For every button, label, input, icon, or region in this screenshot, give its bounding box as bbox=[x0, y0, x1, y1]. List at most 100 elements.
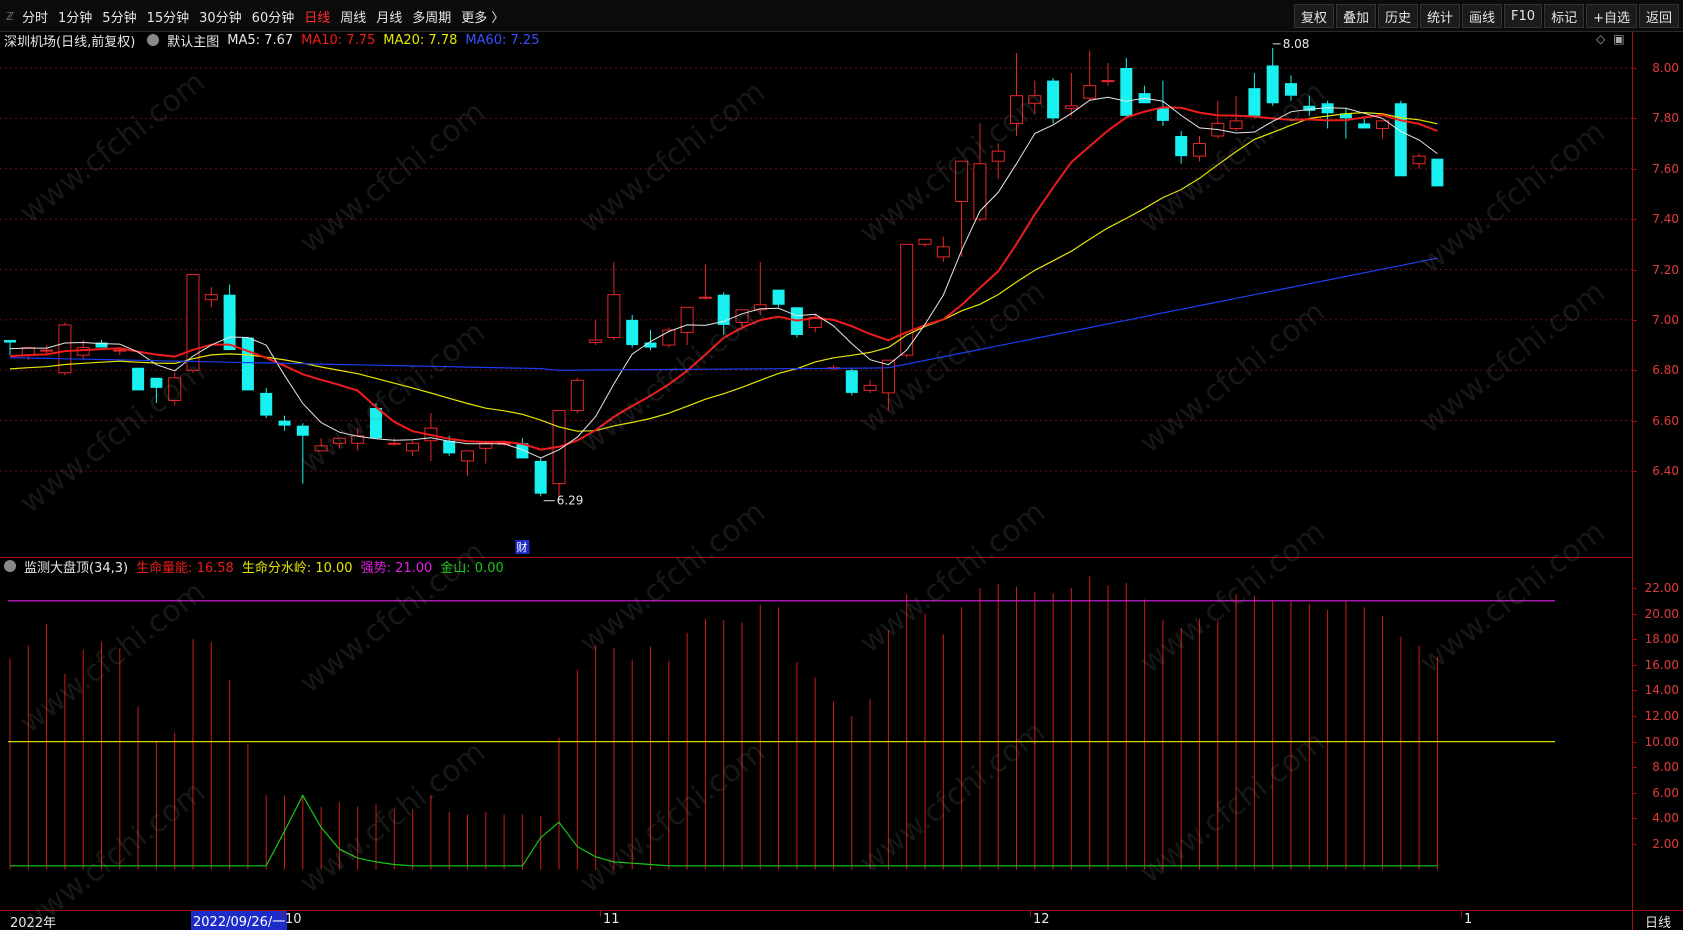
indicator-title[interactable]: 监测大盘顶(34,3) bbox=[24, 557, 128, 576]
indicator-tick-mark bbox=[1633, 792, 1637, 794]
indicator-tick: 16.00 bbox=[1644, 657, 1679, 672]
month-tick bbox=[283, 911, 284, 917]
indicator-settings-icon[interactable] bbox=[4, 560, 16, 572]
indicator-tick-mark bbox=[1633, 767, 1637, 769]
template-icon[interactable] bbox=[147, 34, 160, 46]
candle-body bbox=[918, 238, 932, 245]
price-tick: 6.80 bbox=[1652, 363, 1679, 378]
candle bbox=[863, 380, 877, 393]
diamond-icon[interactable]: ◇ bbox=[1596, 32, 1605, 50]
candle-body bbox=[1285, 83, 1297, 96]
timeframe-tabs: 分时 1分钟 5分钟 15分钟 30分钟 60分钟 日线 周线 月线 多周期 更多 〉 bbox=[22, 0, 504, 32]
tool-button[interactable]: 返回 bbox=[1638, 4, 1679, 28]
candle bbox=[552, 410, 566, 499]
ma20-line bbox=[9, 111, 1438, 432]
ma5-line bbox=[9, 96, 1438, 459]
candle-body bbox=[955, 160, 969, 202]
price-tick-mark bbox=[1633, 118, 1637, 120]
timeframe-tab[interactable]: 1分钟 bbox=[58, 7, 92, 26]
candle-body bbox=[314, 445, 328, 452]
timeframe-tab[interactable]: 30分钟 bbox=[199, 7, 242, 26]
date-axis: 2022年 2022/09/26/一 10 11 12 1 日线 bbox=[0, 910, 1683, 930]
price-chart-panel[interactable]: 8.08 6.29 财 bbox=[0, 32, 1632, 558]
ma20-label: MA20: 7.78 bbox=[383, 32, 458, 48]
price-tick: 7.40 bbox=[1652, 212, 1679, 227]
candle-body bbox=[168, 377, 182, 401]
candle bbox=[1358, 118, 1371, 129]
cursor-date: 2022/09/26/一 bbox=[191, 911, 288, 930]
template-name[interactable]: 默认主图 bbox=[167, 31, 219, 50]
indicator-tick-mark bbox=[1633, 716, 1637, 717]
candle-body bbox=[626, 319, 639, 346]
candle bbox=[1394, 100, 1407, 177]
candle bbox=[1266, 47, 1279, 106]
candle-body bbox=[1358, 123, 1371, 129]
stock-name[interactable]: 深圳机场(日线,前复权) bbox=[4, 31, 135, 50]
price-tick-mark bbox=[1633, 319, 1637, 321]
candle bbox=[132, 367, 145, 391]
candle-body bbox=[260, 392, 273, 416]
indicator-panel[interactable] bbox=[0, 558, 1632, 910]
indicator-tick: 8.00 bbox=[1652, 760, 1679, 775]
candle bbox=[827, 365, 840, 371]
candle bbox=[644, 329, 657, 351]
candle-body bbox=[662, 329, 676, 346]
candle bbox=[1211, 100, 1225, 139]
candle-body bbox=[1083, 85, 1097, 99]
candle-body bbox=[991, 150, 1005, 162]
candle bbox=[717, 292, 730, 335]
candle bbox=[406, 440, 420, 456]
candle bbox=[772, 289, 785, 308]
tool-button[interactable]: 统计 bbox=[1420, 4, 1461, 28]
timeframe-tab[interactable]: 15分钟 bbox=[147, 7, 190, 26]
timeframe-tab[interactable]: 更多 〉 bbox=[461, 7, 504, 26]
candle bbox=[150, 377, 163, 403]
collapse-icon[interactable]: ℤ bbox=[0, 0, 20, 32]
candle bbox=[332, 437, 346, 449]
timeframe-tab[interactable]: 日线 bbox=[304, 7, 330, 26]
ma5-label: MA5: 7.67 bbox=[227, 32, 294, 48]
timeframe-tab[interactable]: 60分钟 bbox=[252, 7, 295, 26]
window-icon[interactable]: ▣ bbox=[1613, 32, 1624, 50]
tool-button[interactable]: F10 bbox=[1504, 4, 1543, 28]
candle bbox=[991, 143, 1005, 179]
tool-button[interactable]: +自选 bbox=[1586, 4, 1637, 28]
candle bbox=[607, 261, 621, 341]
tool-button[interactable]: 复权 bbox=[1293, 4, 1334, 28]
timeframe-tab[interactable]: 周线 bbox=[340, 7, 366, 26]
low-label: 6.29 bbox=[557, 494, 584, 508]
candle-body bbox=[735, 309, 749, 323]
price-tick: 6.60 bbox=[1652, 413, 1679, 428]
price-tick: 7.80 bbox=[1652, 111, 1679, 126]
candle bbox=[1321, 100, 1334, 129]
timeframe-tab[interactable]: 分时 bbox=[22, 7, 48, 26]
candle bbox=[168, 372, 182, 406]
candle-body bbox=[1193, 143, 1206, 157]
candle bbox=[1376, 120, 1389, 139]
candle bbox=[4, 340, 16, 356]
timeframe-tab[interactable]: 5分钟 bbox=[102, 7, 136, 26]
month-tick bbox=[1030, 911, 1031, 917]
candle-body bbox=[589, 339, 603, 344]
tool-button[interactable]: 画线 bbox=[1462, 4, 1503, 28]
candle bbox=[1285, 75, 1297, 101]
timeframe-tab[interactable]: 月线 bbox=[376, 7, 402, 26]
candle bbox=[1010, 52, 1023, 137]
candle-body bbox=[296, 425, 309, 436]
timeframe-tab[interactable]: 多周期 bbox=[412, 7, 451, 26]
candle bbox=[260, 387, 273, 419]
candle-body bbox=[223, 294, 236, 351]
candle-body bbox=[698, 296, 712, 299]
tool-button[interactable]: 标记 bbox=[1544, 4, 1585, 28]
price-tick: 8.00 bbox=[1652, 61, 1679, 75]
candlestick-chart: 8.08 6.29 财 bbox=[0, 37, 1632, 554]
candle-body bbox=[680, 306, 694, 333]
tool-button[interactable]: 叠加 bbox=[1335, 4, 1376, 28]
candle bbox=[845, 367, 858, 396]
candle-body bbox=[387, 442, 401, 445]
period-button[interactable]: 日线 bbox=[1632, 911, 1683, 930]
indicator-tick: 6.00 bbox=[1652, 785, 1679, 800]
candle bbox=[570, 377, 584, 414]
candle bbox=[351, 428, 365, 451]
tool-button[interactable]: 历史 bbox=[1377, 4, 1418, 28]
